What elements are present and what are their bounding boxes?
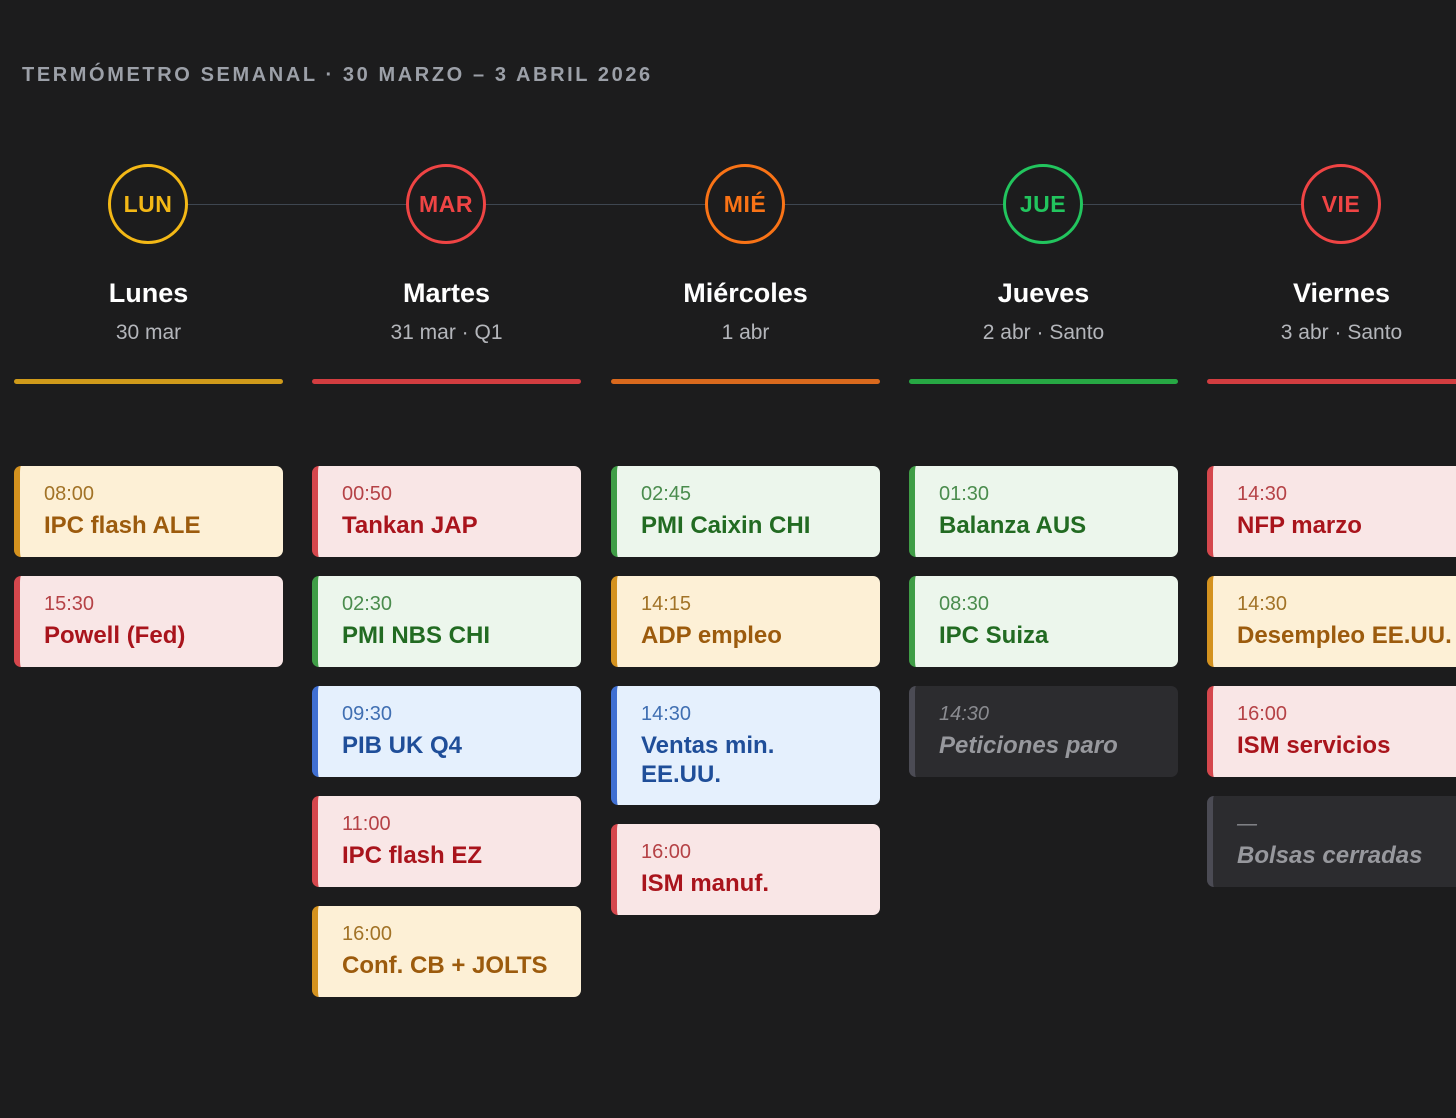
event-card[interactable]: 16:00 ISM manuf. (611, 824, 880, 915)
event-card[interactable]: 14:30 Peticiones paro (909, 686, 1178, 777)
event-time: 11:00 (342, 813, 391, 835)
event-label: ADP empleo (641, 622, 782, 649)
event-card[interactable]: 14:15 ADP empleo (611, 576, 880, 667)
event-list-friday: 14:30 NFP marzo 14:30 Desempleo EE.UU. 1… (1207, 466, 1456, 906)
event-time: 15:30 (44, 593, 95, 615)
event-time: 01:30 (939, 483, 990, 505)
event-label: ISM servicios (1237, 732, 1391, 759)
day-name-wednesday: Miércoles (683, 278, 808, 308)
event-label: Conf. CB + JOLTS (342, 952, 548, 979)
event-card[interactable]: 01:30 Balanza AUS (909, 466, 1178, 557)
event-card[interactable]: 00:50 Tankan JAP (312, 466, 581, 557)
event-label: Tankan JAP (342, 512, 478, 539)
event-time: 00:50 (342, 483, 393, 505)
event-label: Powell (Fed) (44, 622, 186, 649)
day-date-thursday: 2 abr · Santo (982, 321, 1105, 344)
day-date-tuesday: 31 mar · Q1 (390, 321, 503, 344)
event-list-tuesday: 00:50 Tankan JAP 02:30 PMI NBS CHI 09:30… (312, 466, 581, 1016)
event-label: IPC flash EZ (342, 842, 483, 869)
day-badge-wednesday[interactable]: MIÉ (705, 164, 785, 244)
day-badge-thursday[interactable]: JUE (1003, 164, 1083, 244)
event-time: 02:30 (342, 593, 393, 615)
event-label: Ventas min. EE.UU. (641, 732, 775, 788)
event-time: 08:00 (44, 483, 95, 505)
event-card[interactable]: 09:30 PIB UK Q4 (312, 686, 581, 777)
event-time: 09:30 (342, 703, 393, 725)
event-time: 14:30 (641, 703, 692, 725)
event-time: — (1237, 813, 1257, 835)
day-badge-monday[interactable]: LUN (108, 164, 188, 244)
event-card[interactable]: 02:45 PMI Caixin CHI (611, 466, 880, 557)
event-card[interactable]: 02:30 PMI NBS CHI (312, 576, 581, 667)
event-card[interactable]: 14:30 Ventas min. EE.UU. (611, 686, 880, 805)
event-label: Balanza AUS (939, 512, 1087, 539)
event-card[interactable]: 14:30 Desempleo EE.UU. (1207, 576, 1456, 667)
event-time: 08:30 (939, 593, 990, 615)
event-card[interactable]: 14:30 NFP marzo (1207, 466, 1456, 557)
event-label: IPC Suiza (939, 622, 1049, 649)
day-bar-tuesday (312, 379, 581, 384)
day-date-wednesday: 1 abr (721, 321, 770, 344)
day-date-monday: 30 mar (115, 321, 182, 344)
event-label: Peticiones paro (939, 732, 1118, 759)
day-name-friday: Viernes (1292, 278, 1391, 308)
event-label: PMI NBS CHI (342, 622, 491, 649)
event-card[interactable]: 16:00 Conf. CB + JOLTS (312, 906, 581, 997)
day-bar-monday (14, 379, 283, 384)
event-time: 14:15 (641, 593, 692, 615)
day-date-friday: 3 abr · Santo (1280, 321, 1403, 344)
event-label: IPC flash ALE (44, 512, 201, 539)
event-card[interactable]: 16:00 ISM servicios (1207, 686, 1456, 777)
event-label: ISM manuf. (641, 870, 770, 897)
day-name-tuesday: Martes (402, 278, 491, 308)
day-badge-tuesday[interactable]: MAR (406, 164, 486, 244)
event-card[interactable]: 08:00 IPC flash ALE (14, 466, 283, 557)
day-badge-friday[interactable]: VIE (1301, 164, 1381, 244)
day-bar-friday (1207, 379, 1456, 384)
event-card[interactable]: 11:00 IPC flash EZ (312, 796, 581, 887)
event-list-thursday: 01:30 Balanza AUS 08:30 IPC Suiza 14:30 … (909, 466, 1178, 796)
day-name-thursday: Jueves (997, 278, 1090, 308)
page-title: TERMÓMETRO SEMANAL · 30 MARZO – 3 ABRIL … (22, 64, 653, 86)
event-label: NFP marzo (1237, 512, 1362, 539)
event-card[interactable]: 15:30 Powell (Fed) (14, 576, 283, 667)
event-time: 14:30 (1237, 593, 1288, 615)
day-bar-wednesday (611, 379, 880, 384)
event-label: Desempleo EE.UU. (1237, 622, 1452, 649)
event-time: 14:30 (1237, 483, 1288, 505)
day-bar-thursday (909, 379, 1178, 384)
event-time: 02:45 (641, 483, 692, 505)
weekly-calendar-page: TERMÓMETRO SEMANAL · 30 MARZO – 3 ABRIL … (0, 0, 1456, 1118)
day-name-monday: Lunes (108, 278, 189, 308)
event-card[interactable]: — Bolsas cerradas (1207, 796, 1456, 887)
event-label: PMI Caixin CHI (641, 512, 811, 539)
event-label: Bolsas cerradas (1237, 842, 1423, 869)
event-time: 14:30 (939, 703, 990, 725)
event-time: 16:00 (1237, 703, 1288, 725)
event-list-wednesday: 02:45 PMI Caixin CHI 14:15 ADP empleo 14… (611, 466, 880, 934)
event-time: 16:00 (342, 923, 393, 945)
event-time: 16:00 (641, 841, 692, 863)
event-card[interactable]: 08:30 IPC Suiza (909, 576, 1178, 667)
event-label: PIB UK Q4 (342, 732, 463, 759)
event-list-monday: 08:00 IPC flash ALE 15:30 Powell (Fed) (14, 466, 283, 686)
